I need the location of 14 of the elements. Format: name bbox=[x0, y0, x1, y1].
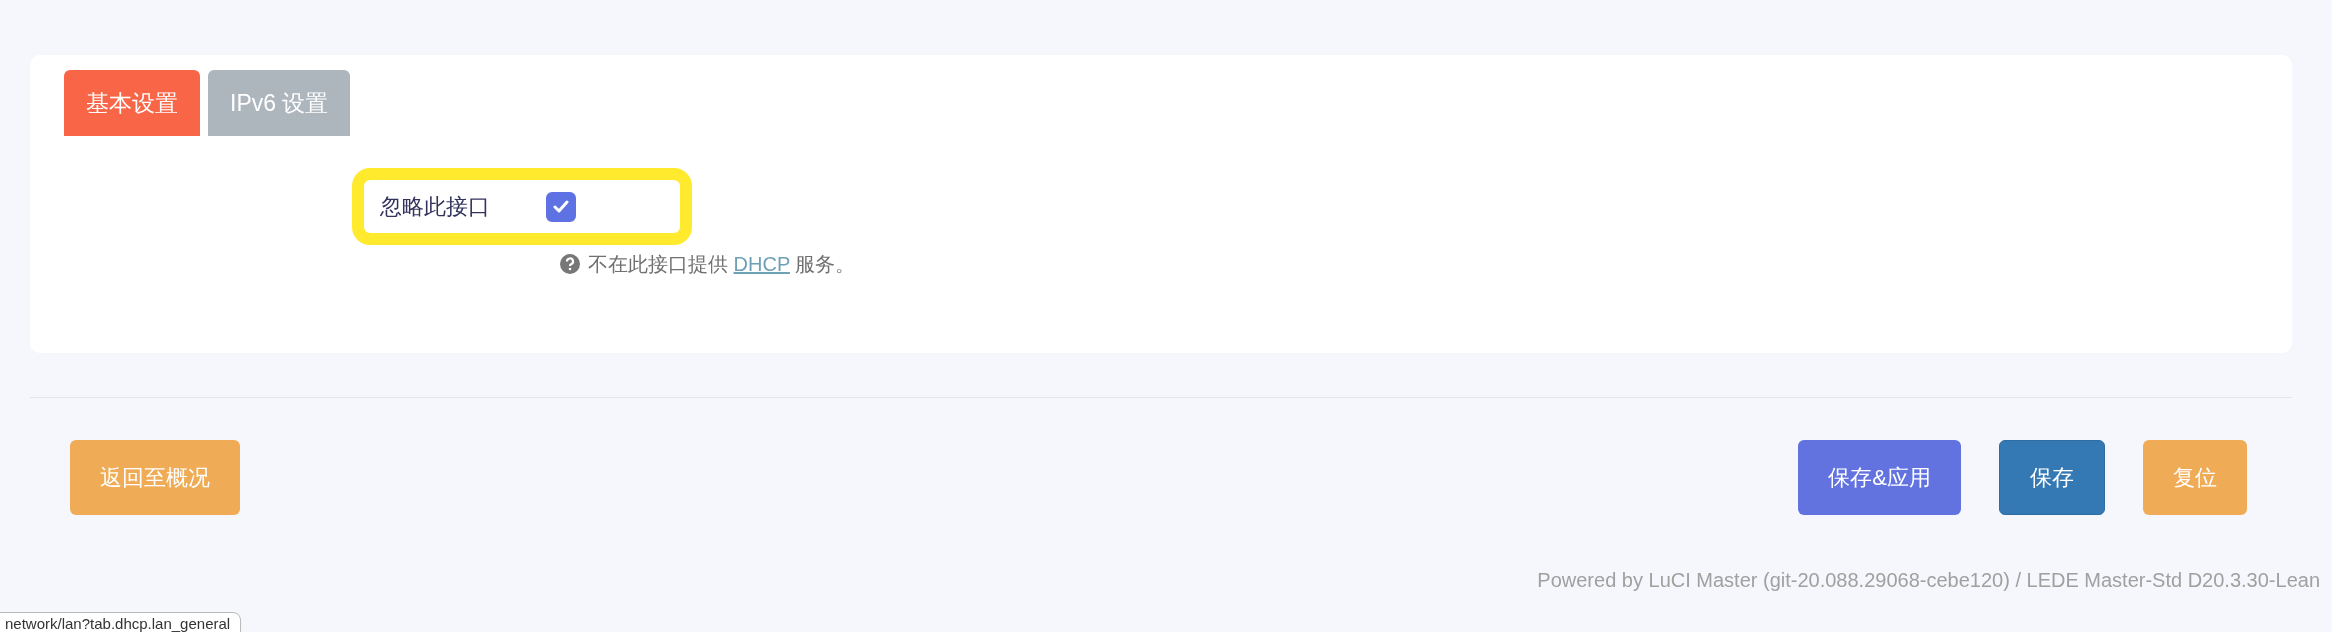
field-label: 忽略此接口 bbox=[380, 193, 491, 221]
dhcp-link[interactable]: DHCP bbox=[733, 253, 790, 275]
tab[interactable]: 基本设置 bbox=[64, 70, 200, 136]
status-url-tooltip: network/lan?tab.dhcp.lan_general bbox=[0, 612, 242, 632]
tab[interactable]: IPv6 设置 bbox=[208, 70, 351, 136]
help-icon bbox=[560, 254, 580, 274]
apply-button[interactable]: 保存&应用 bbox=[1798, 440, 1961, 515]
footer-text: Powered by LuCI Master (git-20.088.29068-cebe120) / LEDE Master-Std D20.3.30-Lean bbox=[1537, 569, 2320, 591]
reset-button[interactable]: 复位 bbox=[2143, 440, 2247, 515]
hint-text: 不在此接口提供 DHCP 服务。 bbox=[588, 252, 856, 277]
save-button[interactable]: 保存 bbox=[1999, 440, 2105, 515]
checkbox[interactable] bbox=[546, 191, 576, 222]
back-button[interactable]: 返回至概况 bbox=[70, 440, 240, 515]
check-icon bbox=[553, 199, 569, 214]
